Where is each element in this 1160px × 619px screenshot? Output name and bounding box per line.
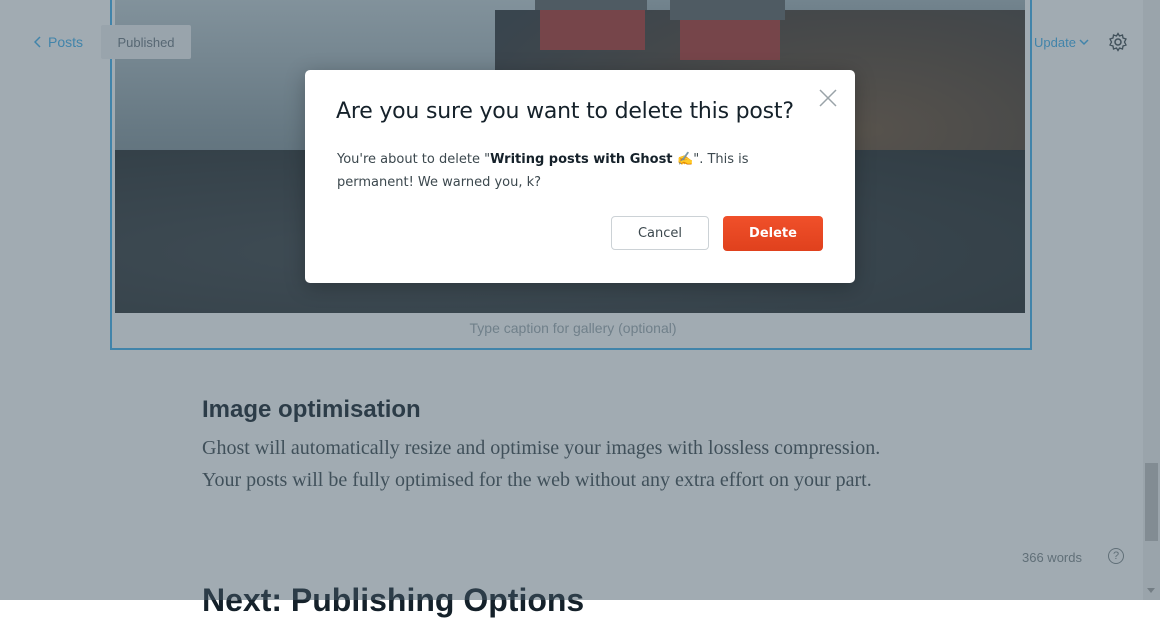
delete-confirm-modal: Are you sure you want to delete this pos… bbox=[305, 70, 855, 283]
delete-button[interactable]: Delete bbox=[723, 216, 823, 251]
modal-title: Are you sure you want to delete this pos… bbox=[336, 99, 794, 124]
modal-body: You're about to delete "Writing posts wi… bbox=[337, 152, 749, 190]
post-title: Writing posts with Ghost ✍️ bbox=[490, 152, 694, 167]
close-icon[interactable] bbox=[818, 88, 838, 108]
cancel-button[interactable]: Cancel bbox=[611, 216, 709, 250]
